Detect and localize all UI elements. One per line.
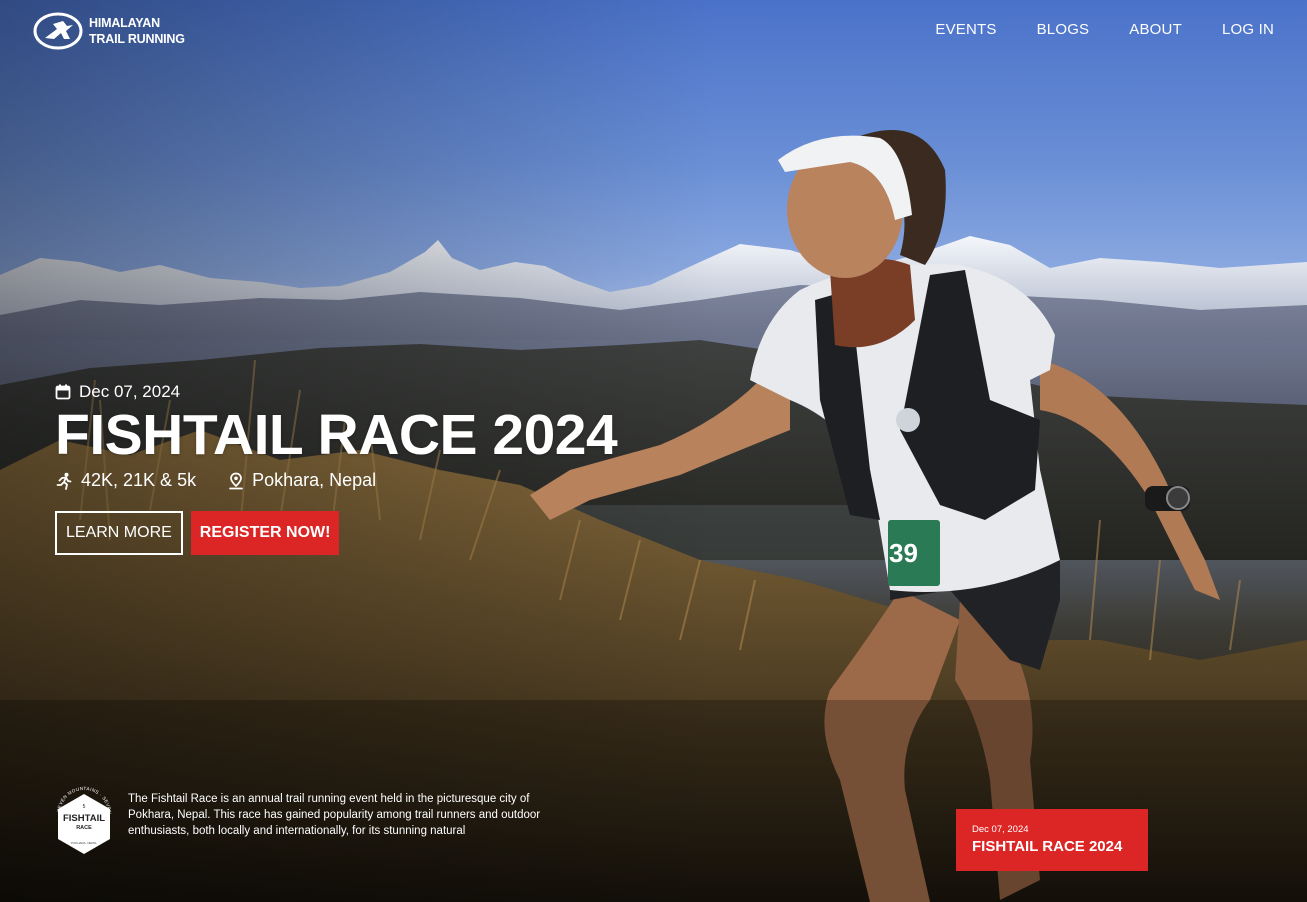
- brand-name-line1: HIMALAYAN: [89, 16, 160, 30]
- main-nav: EVENTS BLOGS ABOUT LOG IN: [935, 21, 1274, 38]
- badge-city: POKHARA, NEPAL: [71, 841, 97, 845]
- event-title: FISHTAIL RACE 2024: [55, 403, 618, 467]
- event-description-text: The Fishtail Race is an annual trail run…: [128, 793, 541, 837]
- hero-section: Dec 07, 2024 FISHTAIL RACE 2024 42K, 21K…: [55, 382, 618, 555]
- nav-about[interactable]: ABOUT: [1129, 21, 1182, 38]
- event-distances-text: 42K, 21K & 5k: [81, 470, 197, 490]
- event-location-text: Pokhara, Nepal: [252, 470, 377, 490]
- brand-name: HIMALAYAN TRAIL RUNNING: [89, 15, 185, 47]
- nav-blogs[interactable]: BLOGS: [1037, 21, 1090, 38]
- race-bib-number: 39: [889, 538, 918, 568]
- event-description: SEVEN MOUNTAINS · SEVEN TRAILS 5 FISHTAI…: [52, 780, 558, 858]
- nav-login[interactable]: LOG IN: [1222, 21, 1274, 38]
- event-date: Dec 07, 2024: [55, 382, 617, 402]
- learn-more-button[interactable]: LEARN MORE: [55, 511, 183, 555]
- event-date-text: Dec 07, 2024: [79, 382, 181, 401]
- fishtail-race-badge-logo: SEVEN MOUNTAINS · SEVEN TRAILS 5 FISHTAI…: [52, 780, 112, 854]
- event-card-date: Dec 07, 2024: [972, 824, 1029, 835]
- hero-actions: LEARN MORE REGISTER NOW!: [55, 511, 617, 555]
- calendar-icon: [55, 384, 71, 400]
- brand-name-line2: TRAIL RUNNING: [89, 32, 185, 46]
- event-meta: 42K, 21K & 5k Pokhara, Nepal: [55, 470, 617, 491]
- event-card[interactable]: Dec 07, 2024 FISHTAIL RACE 2024: [956, 809, 1148, 871]
- event-distances: 42K, 21K & 5k: [55, 470, 196, 491]
- location-pin-icon: [229, 472, 243, 489]
- register-now-button[interactable]: REGISTER NOW!: [190, 511, 340, 555]
- event-location: Pokhara, Nepal: [228, 470, 376, 491]
- badge-title-line1: FISHTAIL: [63, 813, 105, 824]
- badge-edition: 5: [83, 804, 86, 810]
- badge-title-line2: RACE: [76, 825, 92, 831]
- running-person-icon: [56, 472, 72, 490]
- brand-logo[interactable]: HIMALAYAN TRAIL RUNNING: [33, 12, 185, 50]
- event-card-title: FISHTAIL RACE 2024: [972, 838, 1123, 855]
- logo-runner-icon: [33, 12, 83, 50]
- nav-events[interactable]: EVENTS: [935, 21, 996, 38]
